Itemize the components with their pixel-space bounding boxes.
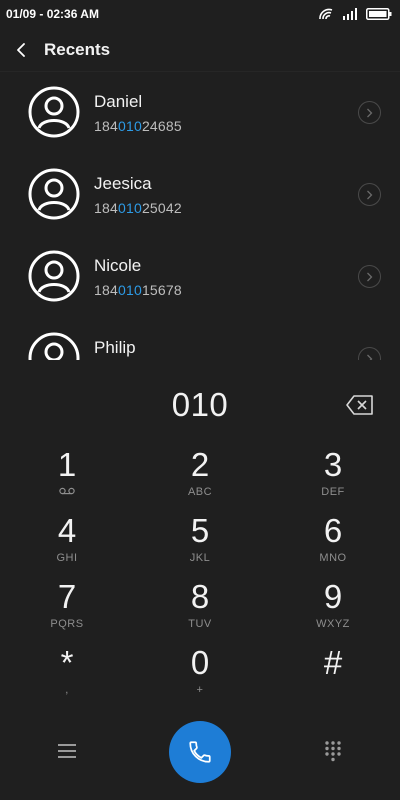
- keypad: 1 2 ABC 3 DEF 4 GHI 5 JKL 6 MNO 7 PQRS 8…: [0, 446, 400, 706]
- header: Recents: [0, 28, 400, 72]
- contact-item[interactable]: Jeesica 18401025042: [0, 154, 400, 236]
- key-letters: TUV: [188, 618, 212, 630]
- key-digit: 1: [57, 446, 77, 483]
- key-4[interactable]: 4 GHI: [17, 512, 117, 574]
- contact-number: 18401015678: [94, 282, 182, 298]
- number-suffix: 25042: [141, 200, 182, 216]
- voicemail-icon: [17, 486, 117, 500]
- dial-input-area: 010: [0, 374, 400, 436]
- number-prefix: 184: [94, 118, 118, 134]
- chevron-right-icon: [367, 354, 373, 360]
- contact-item[interactable]: Philip: [0, 318, 400, 360]
- menu-icon[interactable]: [56, 740, 78, 762]
- key-star[interactable]: * ,: [17, 644, 117, 706]
- number-suffix: 24685: [141, 118, 182, 134]
- key-letters: DEF: [321, 486, 345, 498]
- back-arrow-icon[interactable]: [0, 28, 44, 72]
- backspace-icon[interactable]: [345, 394, 375, 416]
- contact-item[interactable]: Nicole 18401015678: [0, 236, 400, 318]
- contact-name: Philip: [94, 338, 136, 357]
- contact-name: Nicole: [94, 256, 142, 275]
- key-1[interactable]: 1: [17, 446, 117, 508]
- contact-number: 18401024685: [94, 118, 182, 134]
- key-7[interactable]: 7 PQRS: [17, 578, 117, 640]
- key-6[interactable]: 6 MNO: [283, 512, 383, 574]
- key-digit: 0: [190, 644, 210, 681]
- call-button[interactable]: [169, 721, 231, 783]
- contact-info-button[interactable]: [358, 183, 381, 206]
- page-title: Recents: [44, 39, 111, 59]
- avatar-icon: [28, 168, 80, 220]
- key-digit: 3: [323, 446, 343, 483]
- contact-info-button[interactable]: [358, 265, 381, 288]
- recents-list: Daniel 18401024685 Jeesica 18401025042 N…: [0, 72, 400, 360]
- wifi-icon: [319, 8, 333, 19]
- avatar-icon: [28, 250, 80, 302]
- key-letters: MNO: [319, 552, 347, 564]
- chevron-right-icon: [367, 272, 373, 281]
- key-hash[interactable]: #: [283, 644, 383, 706]
- contact-info-button[interactable]: [358, 101, 381, 124]
- battery-icon: [366, 8, 392, 20]
- key-digit: 6: [323, 512, 343, 549]
- number-match: 010: [117, 282, 142, 298]
- key-digit: 9: [323, 578, 343, 615]
- key-letters: [283, 684, 383, 698]
- contact-item[interactable]: Daniel 18401024685: [0, 72, 400, 154]
- number-suffix: 15678: [141, 282, 182, 298]
- key-3[interactable]: 3 DEF: [283, 446, 383, 508]
- dialpad-icon[interactable]: [322, 740, 344, 762]
- key-letters: WXYZ: [316, 618, 350, 630]
- bottom-bar: [0, 718, 400, 788]
- signal-icon: [343, 8, 357, 20]
- key-0[interactable]: 0 +: [150, 644, 250, 706]
- number-prefix: 184: [94, 200, 118, 216]
- chevron-right-icon: [367, 108, 373, 117]
- key-letters: +: [196, 684, 204, 696]
- status-bar: 01/09 - 02:36 AM: [0, 0, 400, 28]
- key-digit: #: [323, 644, 343, 681]
- avatar-icon: [28, 86, 80, 138]
- number-match: 010: [117, 118, 142, 134]
- key-letters: GHI: [56, 552, 78, 564]
- status-datetime: 01/09 - 02:36 AM: [6, 7, 99, 21]
- key-5[interactable]: 5 JKL: [150, 512, 250, 574]
- key-8[interactable]: 8 TUV: [150, 578, 250, 640]
- status-icons: [318, 8, 392, 21]
- contact-name: Daniel: [94, 92, 143, 111]
- key-letters: ABC: [187, 486, 213, 498]
- key-digit: 8: [190, 578, 210, 615]
- key-digit: 2: [190, 446, 210, 483]
- dial-number-input[interactable]: 010: [0, 386, 400, 424]
- key-digit: 4: [57, 512, 77, 549]
- contact-name: Jeesica: [94, 174, 152, 193]
- contact-number: 18401025042: [94, 200, 182, 216]
- key-letters: PQRS: [50, 618, 84, 630]
- avatar-icon: [28, 332, 80, 360]
- key-digit: *: [60, 644, 74, 681]
- key-letters: ,: [65, 684, 69, 696]
- chevron-right-icon: [367, 190, 373, 199]
- contact-info-button[interactable]: [358, 347, 381, 360]
- key-2[interactable]: 2 ABC: [150, 446, 250, 508]
- dialer-screen: 01/09 - 02:36 AM Recents Daniel 18401024…: [0, 0, 400, 800]
- phone-icon: [189, 741, 211, 763]
- key-9[interactable]: 9 WXYZ: [283, 578, 383, 640]
- key-digit: 5: [190, 512, 210, 549]
- number-match: 010: [117, 200, 142, 216]
- number-prefix: 184: [94, 282, 118, 298]
- key-letters: JKL: [189, 552, 211, 564]
- key-digit: 7: [57, 578, 77, 615]
